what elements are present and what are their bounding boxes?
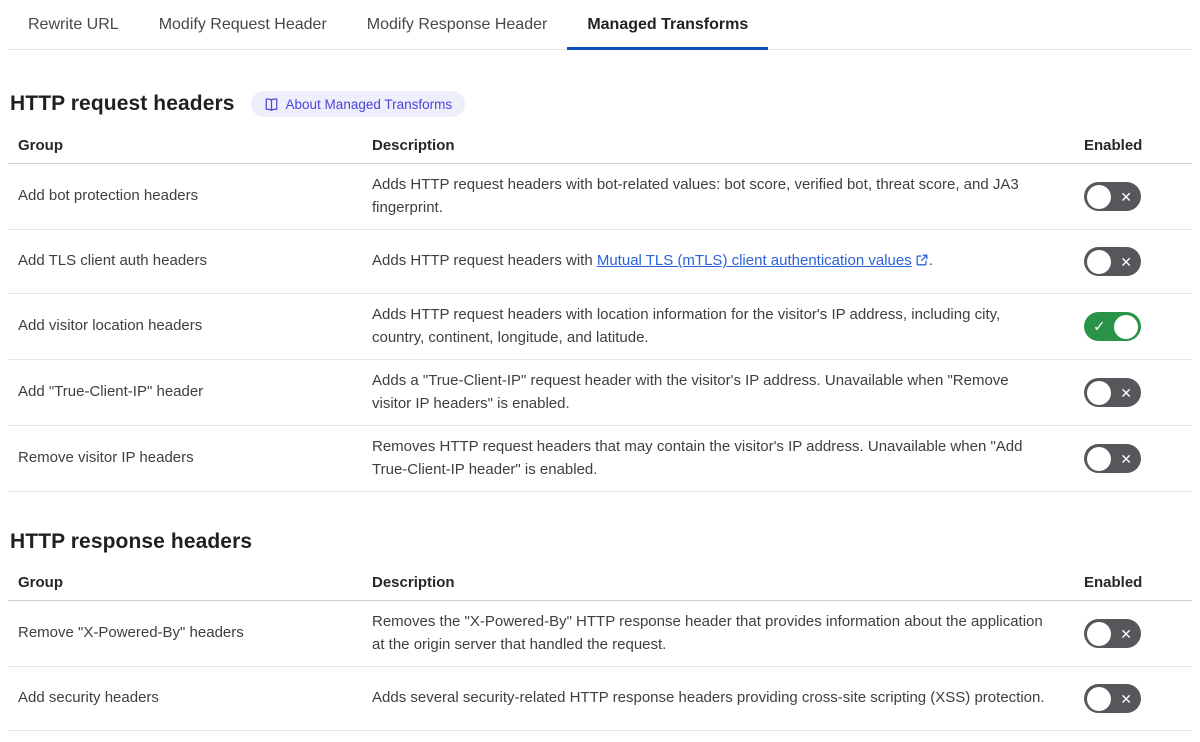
tab-managed-transforms[interactable]: Managed Transforms — [567, 0, 769, 50]
table-row: Remove "X-Powered-By" headers Removes th… — [8, 600, 1192, 667]
toggle-knob — [1087, 686, 1111, 711]
description-cell: Adds HTTP request headers with Mutual TL… — [362, 229, 1074, 294]
description-text: . — [928, 252, 933, 270]
transform-rules-tabbar: Rewrite URL Modify Request Header Modify… — [8, 0, 1192, 50]
group-cell: Add bot protection headers — [8, 163, 362, 230]
table-row: Add TLS client auth headers Adds HTTP re… — [8, 229, 1192, 294]
x-icon: ✕ — [1120, 625, 1132, 642]
column-header-group: Group — [8, 566, 362, 601]
toggle-knob — [1087, 621, 1111, 646]
table-row: Add security headers Adds several securi… — [8, 666, 1192, 731]
toggle-knob — [1087, 446, 1111, 471]
toggle-tls-client-auth-headers[interactable]: ✓ ✕ — [1084, 247, 1141, 276]
about-managed-transforms-badge[interactable]: About Managed Transforms — [250, 91, 466, 117]
request-headers-table: Group Description Enabled Add bot protec… — [8, 129, 1192, 492]
column-header-group: Group — [8, 129, 362, 164]
tab-rewrite-url[interactable]: Rewrite URL — [8, 0, 139, 49]
x-icon: ✕ — [1120, 188, 1132, 205]
request-headers-title: HTTP request headers — [10, 92, 235, 115]
mtls-values-link[interactable]: Mutual TLS (mTLS) client authentication … — [597, 252, 929, 269]
column-header-description: Description — [362, 129, 1074, 164]
description-cell: Adds HTTP request headers with bot-relat… — [362, 163, 1074, 230]
toggle-knob — [1114, 314, 1138, 339]
toggle-add-security-headers[interactable]: ✓ ✕ — [1084, 684, 1141, 713]
group-cell: Remove "X-Powered-By" headers — [8, 600, 362, 667]
toggle-knob — [1087, 184, 1111, 209]
response-headers-table: Group Description Enabled Remove "X-Powe… — [8, 566, 1192, 731]
table-row: Add bot protection headers Adds HTTP req… — [8, 163, 1192, 230]
x-icon: ✕ — [1120, 450, 1132, 467]
group-cell: Remove visitor IP headers — [8, 425, 362, 492]
description-cell: Removes HTTP request headers that may co… — [362, 425, 1074, 492]
toggle-knob — [1087, 380, 1111, 405]
x-icon: ✕ — [1120, 253, 1132, 270]
response-headers-title: HTTP response headers — [10, 530, 253, 553]
table-row: Remove visitor IP headers Removes HTTP r… — [8, 425, 1192, 492]
book-icon — [264, 97, 279, 112]
x-icon: ✕ — [1120, 384, 1132, 401]
column-header-description: Description — [362, 566, 1074, 601]
group-cell: Add security headers — [8, 666, 362, 731]
toggle-remove-x-powered-by-headers[interactable]: ✓ ✕ — [1084, 619, 1141, 648]
group-cell: Add "True-Client-IP" header — [8, 359, 362, 426]
external-link-icon — [912, 252, 929, 269]
x-icon: ✕ — [1120, 690, 1132, 707]
group-cell: Add visitor location headers — [8, 293, 362, 360]
column-header-enabled: Enabled — [1074, 566, 1192, 601]
check-icon: ✓ — [1093, 318, 1106, 335]
description-cell: Adds several security-related HTTP respo… — [362, 666, 1074, 731]
toggle-true-client-ip-header[interactable]: ✓ ✕ — [1084, 378, 1141, 407]
tab-modify-response-header[interactable]: Modify Response Header — [347, 0, 568, 49]
toggle-knob — [1087, 249, 1111, 274]
badge-label: About Managed Transforms — [285, 96, 453, 112]
tab-modify-request-header[interactable]: Modify Request Header — [139, 0, 347, 49]
description-cell: Adds HTTP request headers with location … — [362, 293, 1074, 360]
table-row: Add "True-Client-IP" header Adds a "True… — [8, 359, 1192, 426]
table-row: Add visitor location headers Adds HTTP r… — [8, 293, 1192, 360]
group-cell: Add TLS client auth headers — [8, 229, 362, 294]
column-header-enabled: Enabled — [1074, 129, 1192, 164]
toggle-bot-protection-headers[interactable]: ✓ ✕ — [1084, 182, 1141, 211]
toggle-remove-visitor-ip-headers[interactable]: ✓ ✕ — [1084, 444, 1141, 473]
toggle-visitor-location-headers[interactable]: ✓ ✕ — [1084, 312, 1141, 341]
description-text: Adds HTTP request headers with — [372, 252, 597, 270]
description-cell: Removes the "X-Powered-By" HTTP response… — [362, 600, 1074, 667]
description-cell: Adds a "True-Client-IP" request header w… — [362, 359, 1074, 426]
